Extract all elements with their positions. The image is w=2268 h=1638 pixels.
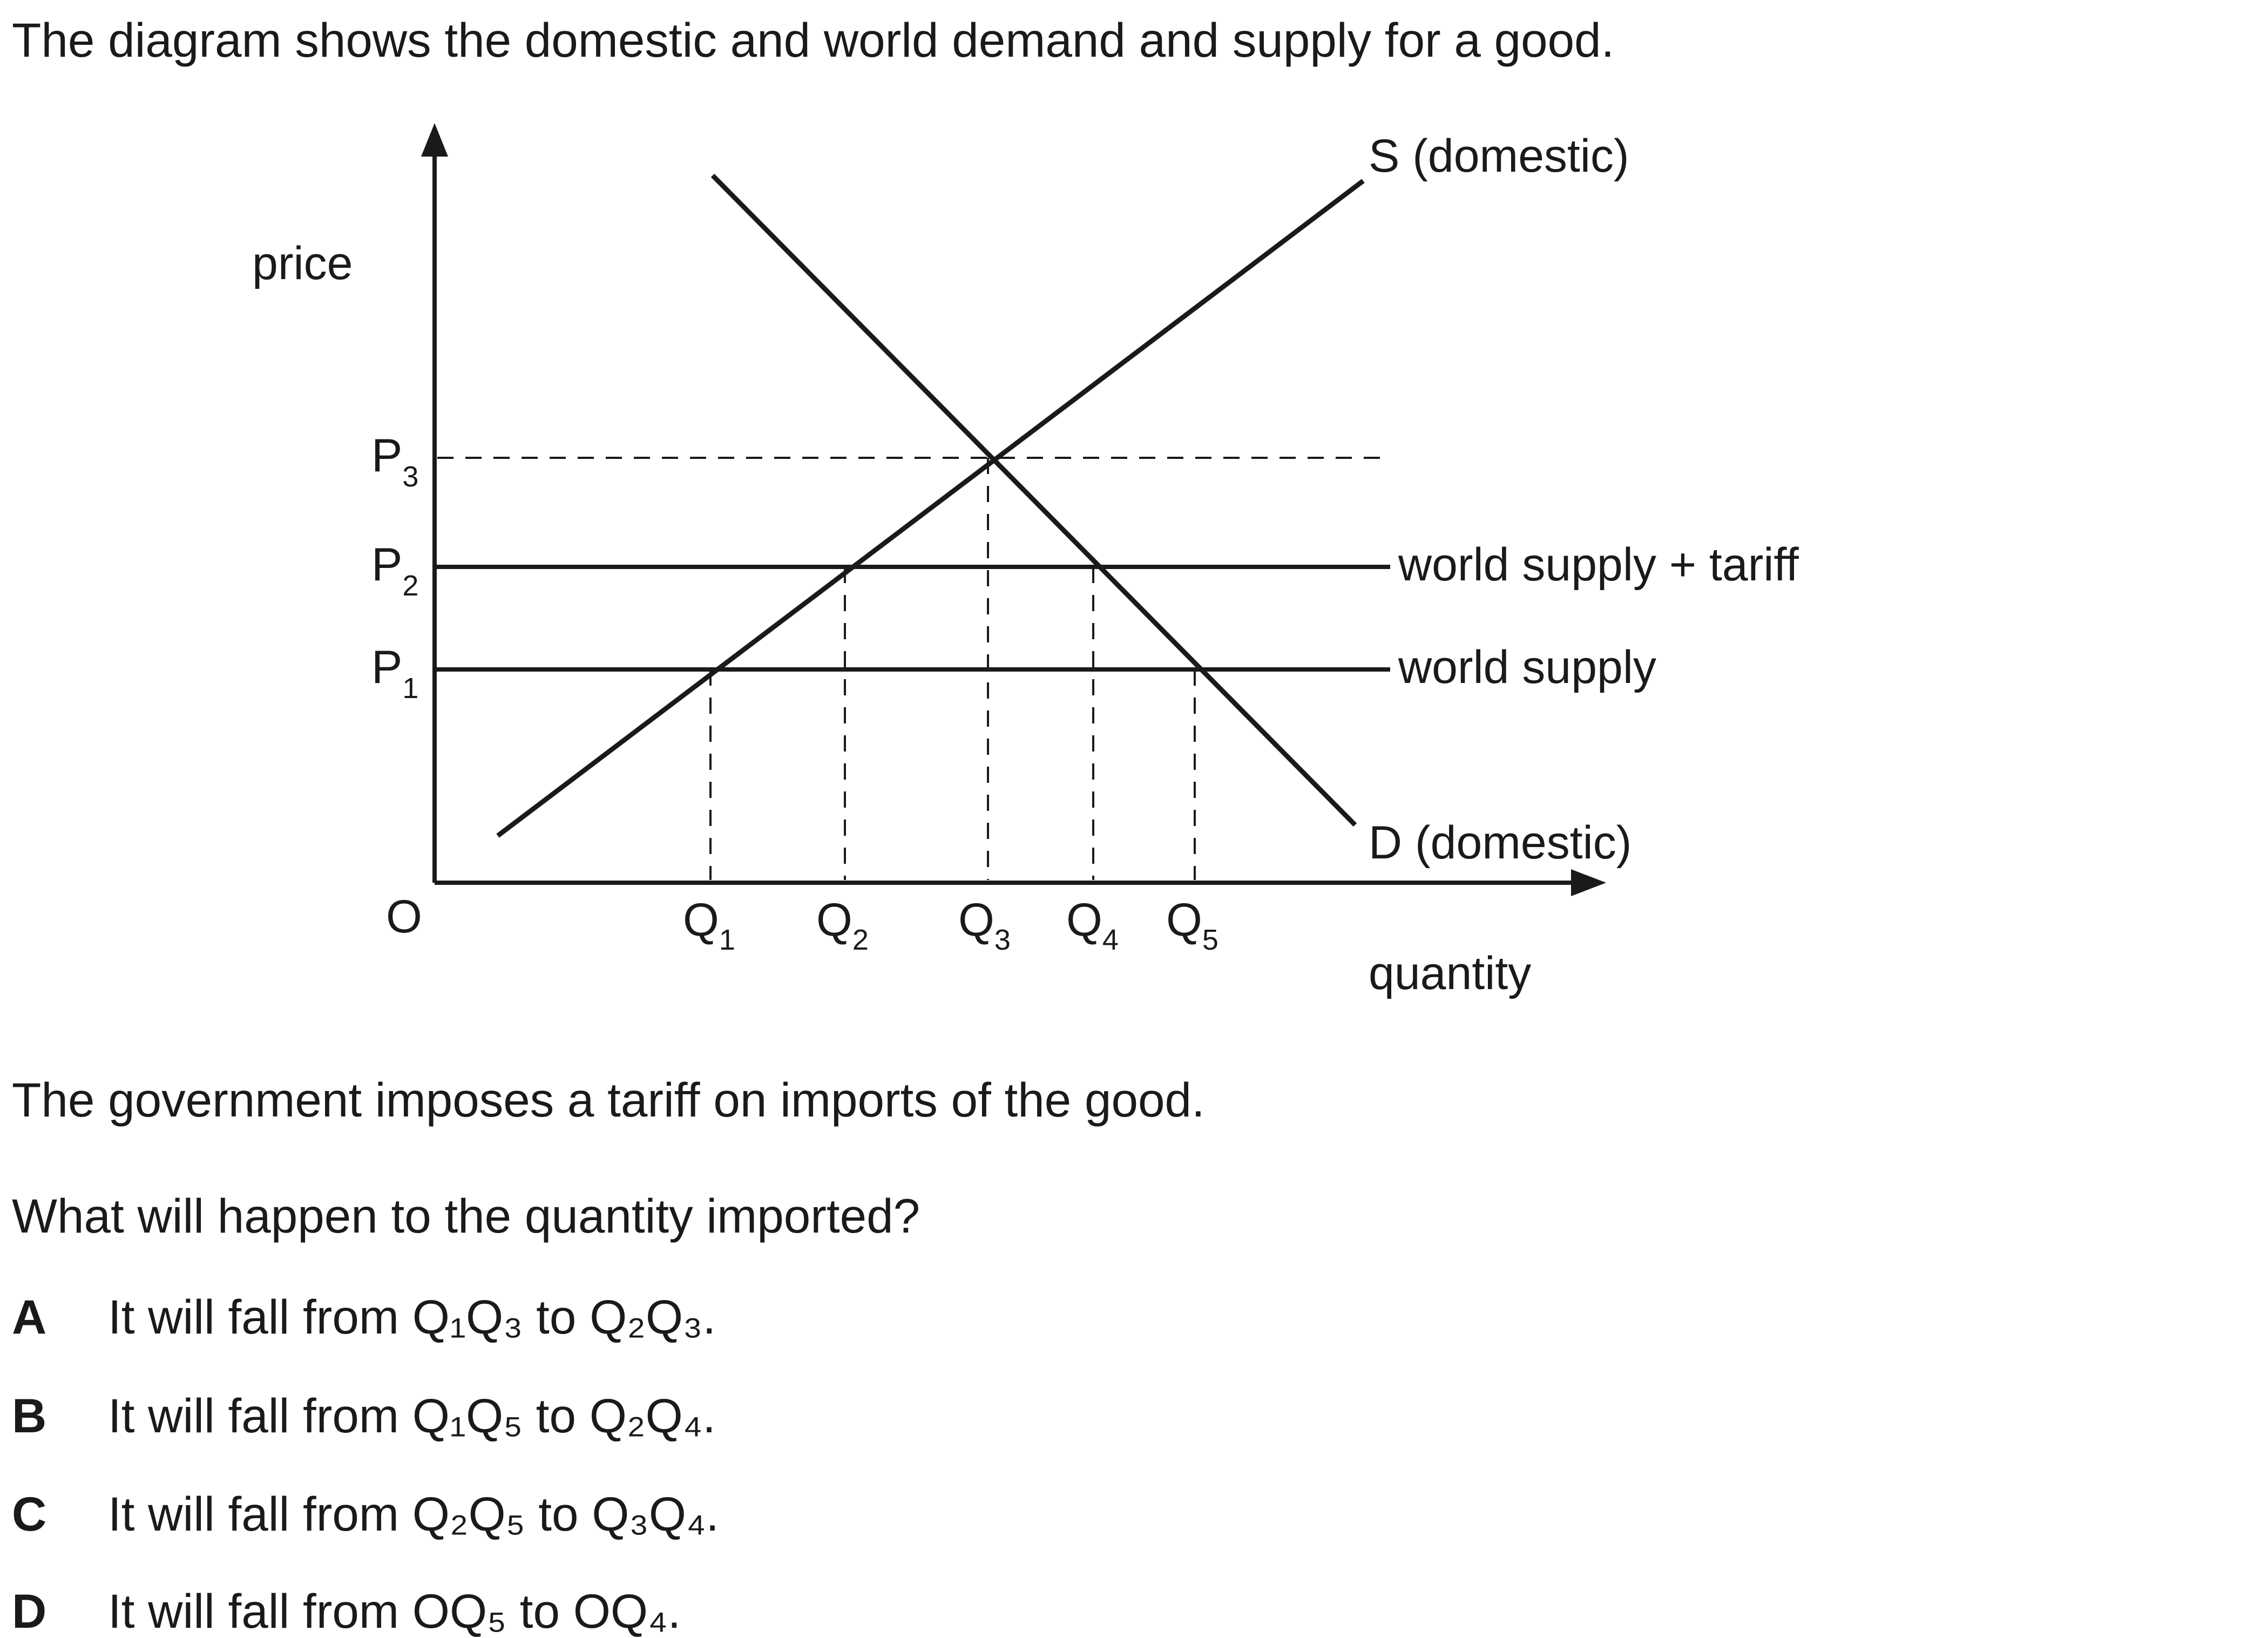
price-label-p2: P2 xyxy=(371,539,418,602)
supply-demand-diagram: price O quantity P3 P2 P1 Q1 Q2 Q3 Q4 Q5… xyxy=(252,123,1799,999)
option-letter: D xyxy=(12,1584,47,1638)
domestic-demand-curve xyxy=(710,173,1357,827)
world-supply-tariff-label: world supply + tariff xyxy=(1398,539,1799,591)
option-text: It will fall from OQ₅ to OQ₄. xyxy=(108,1584,681,1638)
supply-curve-label: S (domestic) xyxy=(1369,130,1629,182)
world-supply-label: world supply xyxy=(1398,641,1656,693)
y-axis-label: price xyxy=(252,238,353,289)
option-text: It will fall from Q₁Q₅ to Q₂Q₄. xyxy=(108,1389,716,1443)
demand-curve-label: D (domestic) xyxy=(1369,817,1631,869)
option-letter: C xyxy=(12,1487,47,1541)
y-axis-arrowhead xyxy=(421,123,448,157)
quantity-label-q4: Q4 xyxy=(1066,894,1119,956)
option-letter: B xyxy=(12,1389,47,1443)
quantity-label-q1: Q1 xyxy=(683,894,735,956)
option-text: It will fall from Q₁Q₃ to Q₂Q₃. xyxy=(108,1290,716,1344)
price-label-p3: P3 xyxy=(371,430,418,493)
quantity-label-q5: Q5 xyxy=(1166,894,1218,956)
x-axis-label: quantity xyxy=(1369,947,1531,999)
x-axis-arrowhead xyxy=(1571,869,1606,896)
quantity-label-q3: Q3 xyxy=(958,894,1011,956)
price-label-p1: P1 xyxy=(371,641,418,705)
option-text: It will fall from Q₂Q₅ to Q₃Q₄. xyxy=(108,1487,720,1541)
domestic-supply-curve xyxy=(496,179,1365,838)
question-text: What will happen to the quantity importe… xyxy=(12,1189,920,1243)
quantity-label-q2: Q2 xyxy=(816,894,869,956)
origin-label: O xyxy=(386,891,422,943)
question-stem: The government imposes a tariff on impor… xyxy=(12,1073,1205,1127)
option-letter: A xyxy=(12,1290,47,1344)
